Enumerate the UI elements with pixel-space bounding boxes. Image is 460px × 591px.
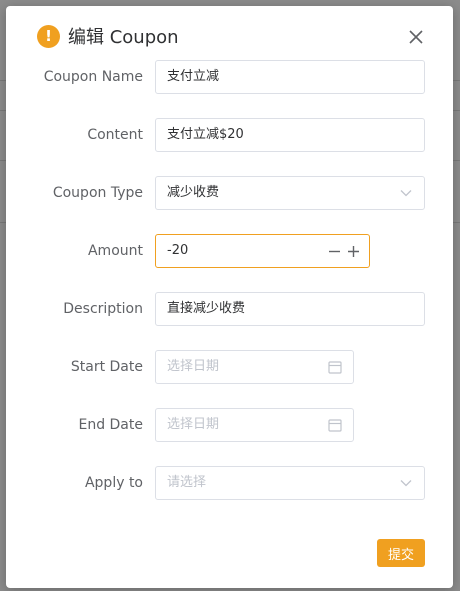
start-date-picker[interactable]: 选择日期 [155,350,354,384]
form-row-coupon-name: Coupon Name 支付立减 [6,60,453,94]
form-row-content: Content 支付立减$20 [6,118,453,152]
end-date-label: End Date [78,417,143,433]
coupon-name-label: Coupon Name [43,69,143,85]
start-date-placeholder: 选择日期 [167,359,220,374]
form-row-coupon-type: Coupon Type 减少收费 [6,176,453,210]
edit-coupon-dialog: ! 编辑 Coupon Coupon Name 支付立减 Content 支付立… [6,6,453,588]
amount-label: Amount [87,243,143,259]
coupon-type-label: Coupon Type [52,185,143,201]
form-row-end-date: End Date 选择日期 [6,408,453,442]
description-input[interactable]: 直接减少收费 [155,292,425,326]
content-input[interactable]: 支付立减$20 [155,118,425,152]
apply-to-select[interactable]: 请选择 [155,466,425,500]
chevron-down-icon[interactable] [398,185,414,201]
calendar-icon [327,417,343,433]
end-date-picker[interactable]: 选择日期 [155,408,354,442]
description-label: Description [63,301,143,317]
form-row-amount: Amount -20 [6,234,453,268]
minus-icon[interactable] [326,243,342,259]
coupon-type-select[interactable]: 减少收费 [155,176,425,210]
end-date-placeholder: 选择日期 [167,417,220,432]
dialog-header: ! 编辑 Coupon [37,23,179,49]
amount-stepper[interactable]: -20 [155,234,370,268]
form-row-apply-to: Apply to 请选择 [6,466,453,500]
amount-value: -20 [167,243,189,258]
chevron-down-icon[interactable] [398,475,414,491]
close-icon[interactable] [406,27,426,47]
plus-icon[interactable] [345,243,361,259]
apply-to-label: Apply to [84,475,143,491]
start-date-label: Start Date [70,359,143,375]
dialog-title: 编辑 Coupon [68,27,179,48]
form-row-description: Description 直接减少收费 [6,292,453,326]
warning-icon: ! [37,24,60,48]
content-label: Content [87,127,143,143]
submit-button[interactable]: 提交 [377,539,425,567]
coupon-name-input[interactable]: 支付立减 [155,60,425,94]
coupon-type-value: 减少收费 [167,185,220,200]
form-row-start-date: Start Date 选择日期 [6,350,453,384]
apply-to-placeholder: 请选择 [167,475,207,490]
calendar-icon [327,359,343,375]
